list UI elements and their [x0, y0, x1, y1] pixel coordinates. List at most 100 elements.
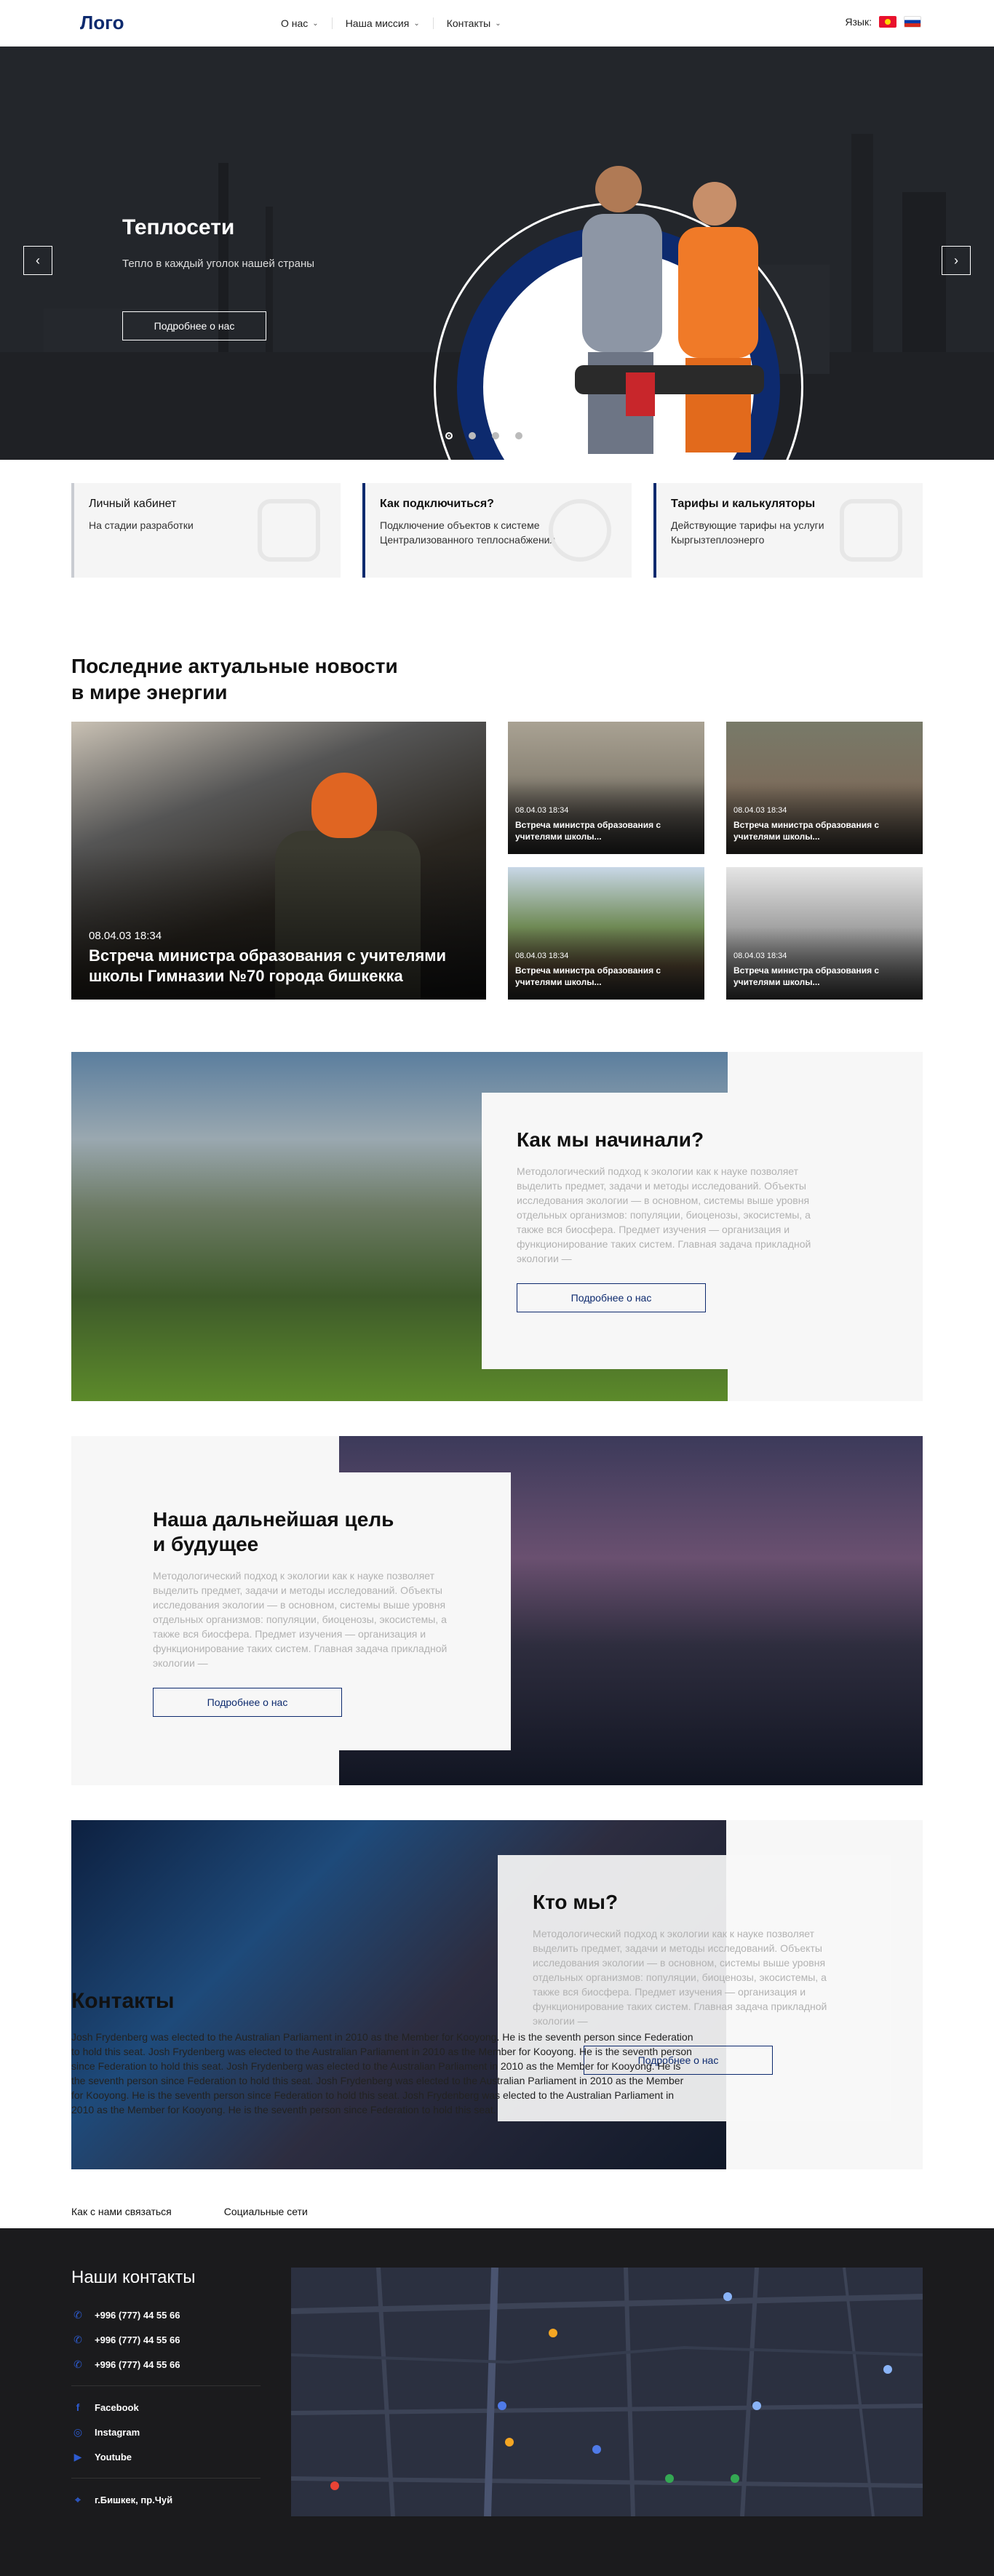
language-label: Язык: [845, 16, 872, 28]
hero-more-button[interactable]: Подробнее о нас [122, 311, 266, 340]
slider-dot[interactable] [445, 432, 453, 439]
address: ⌖ г.Бишкек, пр.Чуй [71, 2487, 261, 2512]
chevron-down-icon: ⌄ [312, 19, 319, 28]
news-overlay [508, 781, 704, 854]
slider-dots [445, 432, 522, 439]
divider [71, 2385, 261, 2386]
hero-subtitle: Тепло в каждый уголок нашей страны [122, 258, 315, 270]
footer: Наши контакты ✆ +996 (777) 44 55 66 ✆ +996… [0, 2228, 994, 2576]
feature-title: Наша дальнейшая цель и будущее [153, 1507, 476, 1557]
feature-card: Как мы начинали? Методологический подход… [482, 1093, 875, 1369]
feature-more-button[interactable]: Подробнее о нас [517, 1283, 706, 1312]
chevron-down-icon: ⌄ [495, 19, 501, 28]
nav-item-contacts[interactable]: Контакты ⌄ [447, 17, 514, 29]
contacts-heading: Контакты [71, 1989, 175, 2013]
news-overlay [726, 926, 923, 1000]
logo[interactable]: Лого [80, 12, 124, 34]
phone-number: +996 (777) 44 55 66 [95, 2309, 180, 2321]
card-tariffs[interactable]: Тарифы и калькуляторы Действующие тарифы… [653, 483, 923, 578]
social-link-facebook[interactable]: f Facebook [71, 2395, 261, 2420]
contacts-paragraph: Josh Frydenberg was elected to the Austr… [71, 2031, 693, 2116]
news-heading-line: в мире энергии [71, 681, 228, 703]
footer-contacts-list: ✆ +996 (777) 44 55 66 ✆ +996 (777) 44 55 6… [71, 2302, 261, 2512]
phone-icon: ✆ [73, 2308, 82, 2321]
slider-prev-button[interactable]: ‹ [23, 246, 52, 275]
feature-title-line: и будущее [153, 1533, 259, 1555]
map[interactable] [291, 2268, 923, 2516]
feature-title: Как мы начинали? [517, 1128, 704, 1151]
news-title: Встреча министра образования с учителями… [733, 820, 880, 842]
youtube-icon: ▶ [73, 2450, 82, 2463]
nav-item-label: О нас [281, 17, 309, 29]
phone-link[interactable]: ✆ +996 (777) 44 55 66 [71, 2327, 261, 2352]
check-icon [840, 499, 902, 562]
slider-dot[interactable] [515, 432, 522, 439]
feature-title-line: Наша дальнейшая цель [153, 1508, 394, 1531]
feature-text: Методологический подход к экологии как к… [153, 1570, 448, 1669]
instagram-icon: ◎ [73, 2425, 83, 2438]
news-card[interactable]: 08.04.03 18:34 Встреча министра образова… [508, 722, 704, 854]
phone-icon: ✆ [73, 2358, 82, 2370]
news-heading: Последние актуальные новости в мире энер… [71, 653, 398, 706]
feature-text: Методологический подход к экологии как к… [517, 1165, 811, 1264]
news-card-main[interactable]: 08.04.03 18:34 Встреча министра образова… [71, 722, 486, 1000]
header: Лого О нас ⌄ Наша миссия ⌄ Контакты ⌄ Язык: [0, 0, 994, 47]
briefcase-icon [258, 499, 320, 562]
news-title: Встреча министра образования с учителями… [515, 965, 661, 987]
divider [71, 2478, 261, 2479]
social-link-instagram[interactable]: ◎ Instagram [71, 2420, 261, 2444]
nav-item-about[interactable]: О нас ⌄ [281, 17, 333, 29]
location-pin-icon: ⌖ [75, 2493, 81, 2505]
info-cards: Личный кабинет На стадии разработки Как … [71, 483, 923, 578]
flag-ru-icon[interactable] [904, 16, 921, 28]
footer-title: Наши контакты [71, 2268, 196, 2287]
link-social-networks[interactable]: Социальные сети [224, 2206, 308, 2217]
page: Лого О нас ⌄ Наша миссия ⌄ Контакты ⌄ Язык:… [0, 0, 994, 2576]
news-title: Встреча министра образования с учителями… [515, 820, 661, 842]
nav-item-label: Наша миссия [345, 17, 410, 29]
phone-icon: ✆ [73, 2333, 82, 2345]
news-heading-line: Последние актуальные новости [71, 655, 398, 677]
slider-dot[interactable] [492, 432, 499, 439]
feature-title: Кто мы? [533, 1891, 619, 1913]
slider-next-button[interactable]: › [942, 246, 971, 275]
news-overlay [726, 781, 923, 854]
news-overlay [508, 926, 704, 1000]
feature-text: Методологический подход к экологии как к… [533, 1928, 827, 2027]
phone-link[interactable]: ✆ +996 (777) 44 55 66 [71, 2302, 261, 2327]
news-date: 08.04.03 18:34 [89, 930, 162, 942]
news-date: 08.04.03 18:34 [733, 952, 787, 960]
link-how-to-contact[interactable]: Как с нами связаться [71, 2206, 172, 2217]
card-how-to-connect[interactable]: Как подключиться? Подключение объектов к… [362, 483, 632, 578]
hero-slider: Теплосети Тепло в каждый уголок нашей ст… [0, 47, 994, 460]
flag-kg-icon[interactable] [879, 16, 896, 28]
hard-hat-image [311, 773, 377, 838]
news-title: Встреча министра образования с учителями… [733, 965, 880, 987]
slider-dot[interactable] [469, 432, 476, 439]
social-label: Youtube [95, 2451, 132, 2463]
news-card[interactable]: 08.04.03 18:34 Встреча министра образова… [726, 867, 923, 1000]
card-personal-account[interactable]: Личный кабинет На стадии разработки [71, 483, 341, 578]
main-nav: О нас ⌄ Наша миссия ⌄ Контакты ⌄ [281, 17, 514, 29]
social-link-youtube[interactable]: ▶ Youtube [71, 2444, 261, 2469]
news-card[interactable]: 08.04.03 18:34 Встреча министра образова… [726, 722, 923, 854]
phone-link[interactable]: ✆ +996 (777) 44 55 66 [71, 2352, 261, 2377]
address-text: г.Бишкек, пр.Чуй [95, 2494, 173, 2505]
nav-item-label: Контакты [446, 17, 491, 29]
hero-title: Теплосети [122, 215, 235, 239]
map-graphic [291, 2268, 923, 2516]
language-switcher: Язык: [845, 16, 921, 28]
news-date: 08.04.03 18:34 [733, 806, 787, 815]
facebook-icon: f [76, 2401, 80, 2413]
phone-number: +996 (777) 44 55 66 [95, 2358, 180, 2370]
news-title: Встреча министра образования с учителями… [89, 946, 447, 985]
nav-item-mission[interactable]: Наша миссия ⌄ [346, 17, 434, 29]
news-card[interactable]: 08.04.03 18:34 Встреча министра образова… [508, 867, 704, 1000]
feature-card: Наша дальнейшая цель и будущее Методолог… [118, 1472, 511, 1750]
phone-number: +996 (777) 44 55 66 [95, 2334, 180, 2345]
chevron-down-icon: ⌄ [413, 19, 420, 28]
news-date: 08.04.03 18:34 [515, 952, 569, 960]
social-label: Instagram [95, 2426, 140, 2438]
feature-more-button[interactable]: Подробнее о нас [153, 1688, 342, 1717]
gear-icon [549, 499, 611, 562]
